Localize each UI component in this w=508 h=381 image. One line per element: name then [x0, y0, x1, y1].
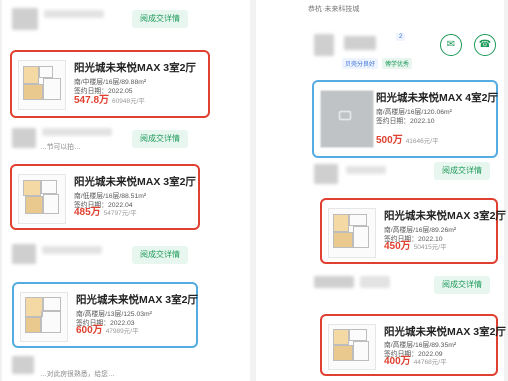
floorplan-thumbnail: [328, 324, 376, 370]
blurred-avatar: [314, 34, 334, 56]
unit-price: 54797元/平: [103, 210, 137, 217]
camera-icon: [339, 111, 351, 120]
blurred-text: [346, 166, 386, 174]
deal-detail-button[interactable]: 阅成交详情: [132, 130, 188, 148]
photo-thumbnail: [320, 90, 374, 148]
floorplan-thumbnail: [18, 60, 66, 110]
price-row: 500万 41646元/平: [376, 130, 439, 148]
listing-sign-date: 签约日期：2022.10: [376, 118, 435, 125]
unit-price: 44768元/平: [413, 359, 447, 366]
price-row: 485万 54797元/平: [74, 202, 137, 220]
unit-price: 60948元/平: [112, 98, 145, 105]
listing-title: 阳光城未来悦MAX 3室2厅: [384, 326, 506, 338]
price-row: 600万 47989元/平: [76, 320, 139, 338]
floorplan-thumbnail: [328, 208, 376, 258]
total-price: 400万: [384, 356, 411, 367]
total-price: 450万: [384, 241, 411, 252]
listing-card-1[interactable]: 阳光城未来悦MAX 3室2厅 南/中楼层/16层/89.88m² 签约日期：20…: [10, 50, 210, 118]
listing-card-3[interactable]: 阳光城未来悦MAX 3室2厅 南/高楼层/13层/125.03m² 签约日期：2…: [12, 282, 198, 348]
listing-title: 阳光城未来悦MAX 3室2厅: [74, 176, 196, 188]
phone-icon: ☎: [478, 39, 492, 50]
deal-detail-button[interactable]: 阅成交详情: [132, 246, 188, 264]
price-row: 400万 44768元/平: [384, 351, 447, 369]
blurred-text: [314, 276, 354, 288]
count-badge: 2: [396, 33, 406, 41]
message-button[interactable]: ✉: [440, 34, 462, 56]
floorplan-thumbnail: [20, 292, 68, 342]
price-row: 547.8万 60948元/平: [74, 90, 145, 108]
total-price: 485万: [74, 207, 101, 218]
chat-icon: ✉: [446, 39, 456, 50]
rating-tag: 贝壳分良好: [342, 58, 379, 69]
blurred-name: [344, 36, 376, 50]
chat-snippet: …节可以拍…: [40, 144, 81, 151]
price-row: 450万 50415元/平: [384, 236, 447, 254]
listing-title: 阳光城未来悦MAX 3室2厅: [76, 294, 198, 306]
listing-card-5[interactable]: 阳光城未来悦MAX 3室2厅 南/高楼层/16层/89.26m² 签约日期：20…: [320, 198, 506, 264]
deal-detail-button[interactable]: 阅成交详情: [132, 10, 188, 28]
deal-detail-button[interactable]: 阅成交详情: [434, 162, 490, 180]
blurred-text: [42, 246, 102, 254]
rating-tag: 傅学优秀: [382, 58, 413, 69]
total-price: 500万: [376, 135, 403, 146]
left-listing-column: 阅成交详情 阳光城未来悦MAX 3室2厅 南/中楼层/16层/89.88m² 签…: [2, 0, 250, 381]
blurred-avatar: [12, 8, 38, 30]
floorplan-thumbnail: [18, 174, 66, 224]
listing-card-6[interactable]: 阳光城未来悦MAX 3室2厅 南/高楼层/16层/89.35m² 签约日期：20…: [320, 314, 506, 376]
total-price: 547.8万: [74, 95, 110, 106]
deal-detail-button[interactable]: 阅成交详情: [434, 276, 490, 294]
chat-snippet: …对此房很熟悉，给您…: [40, 371, 115, 378]
listing-title: 阳光城未来悦MAX 3室2厅: [74, 62, 196, 74]
phone-button[interactable]: ☎: [474, 34, 496, 56]
blurred-avatar: [314, 164, 338, 184]
listing-card-4[interactable]: 阳光城未来悦MAX 4室2厅 南/高楼层/16层/120.06m² 签约日期：2…: [312, 80, 498, 158]
right-listing-column: 恭杭·未来科技城 2 贝壳分良好 傅学优秀 ✉ ☎ 阳光城未来悦MAX 4室2厅…: [256, 0, 506, 381]
agent-company: 恭杭·未来科技城: [308, 6, 360, 13]
unit-price: 47989元/平: [105, 328, 139, 335]
total-price: 600万: [76, 325, 103, 336]
unit-price: 50415元/平: [413, 244, 447, 251]
blurred-text: [42, 128, 112, 136]
screenshot-collage: 阅成交详情 阳光城未来悦MAX 3室2厅 南/中楼层/16层/89.88m² 签…: [0, 0, 508, 381]
blurred-text: [360, 276, 390, 288]
listing-title: 阳光城未来悦MAX 4室2厅: [376, 92, 498, 104]
listing-title: 阳光城未来悦MAX 3室2厅: [384, 210, 506, 222]
listing-card-2[interactable]: 阳光城未来悦MAX 3室2厅 南/低楼层/16层/88.51m² 签约日期：20…: [10, 164, 200, 230]
unit-price: 41646元/平: [405, 138, 439, 145]
blurred-avatar: [12, 128, 36, 148]
blurred-avatar: [12, 356, 34, 374]
blurred-text: [44, 10, 104, 18]
blurred-avatar: [12, 244, 36, 264]
